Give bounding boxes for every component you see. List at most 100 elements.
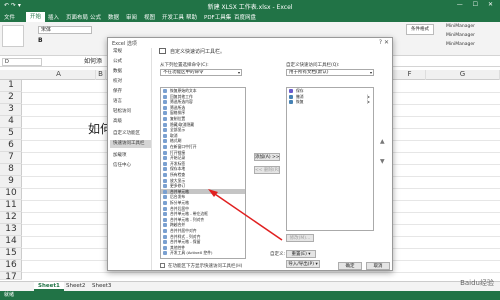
row-header[interactable]: 6 xyxy=(0,140,22,152)
tab-insert[interactable]: 插入 xyxy=(48,13,59,21)
row-header[interactable]: 2 xyxy=(0,92,22,104)
show-below-ribbon-checkbox[interactable] xyxy=(160,263,165,268)
minimanager-item[interactable]: MiniManager xyxy=(446,24,475,29)
available-commands-list[interactable]: 恢复原始的文本 回复其他工作 筛选所选内容 筛选所选 窗格排序 复制位置 隐藏/… xyxy=(160,87,246,259)
row-header[interactable]: 7 xyxy=(0,152,22,164)
tab-data[interactable]: 数据 xyxy=(108,13,119,21)
window-controls[interactable]: — ☐ ✕ xyxy=(457,1,497,8)
row-header[interactable]: 5 xyxy=(0,128,22,140)
customizations-label: 自定义: xyxy=(270,252,286,257)
command-icon xyxy=(163,145,167,149)
nav-item-proofing[interactable]: 校对 xyxy=(113,78,122,84)
row-header[interactable]: 10 xyxy=(0,188,22,200)
conditional-format-button[interactable]: 条件格式 xyxy=(406,24,434,35)
nav-item-data[interactable]: 数据 xyxy=(113,68,122,74)
move-down-icon[interactable]: ▼ xyxy=(380,158,385,165)
chevron-down-icon: ▾ xyxy=(369,70,372,75)
sheet-tab[interactable]: Sheet1 xyxy=(34,282,64,291)
choose-commands-select[interactable]: 不在功能区中的命令 ▾ xyxy=(160,69,242,76)
sheet-tab[interactable]: Sheet2 xyxy=(62,282,89,291)
customize-qat-label: 自定义快速访问工具栏(Q): xyxy=(286,63,340,68)
column-header[interactable]: B xyxy=(96,70,106,80)
tab-developer[interactable]: 开发工具 xyxy=(162,13,184,21)
row-header[interactable]: 12 xyxy=(0,212,22,224)
command-icon xyxy=(163,245,167,250)
options-nav: 常规 公式 数据 校对 保存 语言 轻松访问 高级 自定义功能区 快速访问工具栏… xyxy=(110,48,152,270)
column-header[interactable]: F xyxy=(394,70,426,80)
command-icon xyxy=(163,184,167,189)
nav-item-addins[interactable]: 加载项 xyxy=(113,152,127,158)
move-up-icon[interactable]: ▲ xyxy=(380,138,385,145)
command-icon xyxy=(163,223,167,228)
command-icon xyxy=(163,100,167,105)
customize-qat-value: 用于所有文档(默认) xyxy=(289,70,329,75)
undo-icon xyxy=(289,94,293,99)
font-name-select[interactable]: 宋体 xyxy=(38,26,92,34)
tab-page-layout[interactable]: 页面布局 xyxy=(66,13,88,21)
row-header[interactable]: 14 xyxy=(0,236,22,248)
command-icon xyxy=(163,150,167,155)
tab-home[interactable]: 开始 xyxy=(26,12,46,22)
command-icon xyxy=(163,206,167,211)
window-title: 新建 XLSX 工作表.xlsx - Excel xyxy=(207,4,293,11)
nav-item-save[interactable]: 保存 xyxy=(113,88,122,94)
nav-item-qat[interactable]: 快速访问工具栏 xyxy=(110,140,151,148)
command-icon xyxy=(163,212,167,217)
sheet-tab-bar: Sheet1 Sheet2 Sheet3 xyxy=(0,281,500,291)
minimanager-item[interactable]: MiniManager xyxy=(446,33,475,38)
list-item[interactable]: 开发工具 (ActiveX 控件) xyxy=(161,250,245,256)
tab-review[interactable]: 审阅 xyxy=(126,13,137,21)
reset-button[interactable]: 重置(E) ▾ xyxy=(286,250,316,258)
tab-pdf-tools[interactable]: PDF工具集 xyxy=(204,13,231,21)
nav-item-formulas[interactable]: 公式 xyxy=(113,58,122,64)
nav-item-advanced[interactable]: 高级 xyxy=(113,118,122,124)
customize-qat-select[interactable]: 用于所有文档(默认) ▾ xyxy=(286,69,374,76)
qat-commands-list[interactable]: 保存 撤消 |▸ 恢复 |▸ xyxy=(286,87,374,231)
row-headers: 1 2 3 4 5 6 7 8 9 10 11 12 13 14 15 16 1… xyxy=(0,80,22,282)
row-header[interactable]: 11 xyxy=(0,200,22,212)
tab-help[interactable]: 帮助 xyxy=(186,13,197,21)
row-header[interactable]: 16 xyxy=(0,260,22,272)
command-icon xyxy=(163,217,167,222)
nav-item-customize-ribbon[interactable]: 自定义功能区 xyxy=(113,130,140,136)
tab-formulas[interactable]: 公式 xyxy=(90,13,101,21)
row-header[interactable]: 3 xyxy=(0,104,22,116)
nav-item-accessibility[interactable]: 轻松访问 xyxy=(113,108,131,114)
command-icon xyxy=(163,195,167,200)
import-export-button[interactable]: 导入/导出(P) ▾ xyxy=(286,260,320,268)
row-header[interactable]: 4 xyxy=(0,116,22,128)
row-header[interactable]: 15 xyxy=(0,248,22,260)
modify-button[interactable]: 修改(M)... xyxy=(286,234,314,242)
tab-baidu-netdisk[interactable]: 百度网盘 xyxy=(234,13,256,21)
paste-button[interactable] xyxy=(2,25,24,47)
remove-button[interactable]: << 删除(R) xyxy=(254,166,280,174)
command-icon xyxy=(163,201,167,205)
nav-item-language[interactable]: 语言 xyxy=(113,98,122,104)
nav-item-trust-center[interactable]: 信任中心 xyxy=(113,162,131,168)
list-item[interactable]: 恢复 |▸ xyxy=(287,99,373,105)
command-icon xyxy=(163,156,167,161)
column-header[interactable]: G xyxy=(426,70,500,80)
row-header[interactable]: 8 xyxy=(0,164,22,176)
row-header[interactable]: 13 xyxy=(0,224,22,236)
column-header[interactable]: A xyxy=(22,70,96,80)
dialog-title-buttons[interactable]: ? ✕ xyxy=(379,39,389,46)
add-button[interactable]: 添加(A) >> xyxy=(254,153,280,161)
command-icon xyxy=(163,133,167,138)
minimanager-item[interactable]: MiniManager xyxy=(446,42,475,47)
tab-view[interactable]: 视图 xyxy=(144,13,155,21)
sheet-tab[interactable]: Sheet3 xyxy=(88,282,115,291)
row-header[interactable]: 17 xyxy=(0,272,22,282)
row-header[interactable]: 9 xyxy=(0,176,22,188)
row-header[interactable]: 1 xyxy=(0,80,22,92)
nav-item-general[interactable]: 常规 xyxy=(113,48,122,54)
dialog-description: 自定义快速访问工具栏。 xyxy=(170,49,226,55)
chevron-down-icon: ▾ xyxy=(237,70,240,75)
save-icon xyxy=(289,89,293,93)
cancel-button[interactable]: 取消 xyxy=(366,262,390,270)
ribbon-tab-row: 文件 开始 插入 页面布局 公式 数据 审阅 视图 开发工具 帮助 PDF工具集… xyxy=(0,11,500,22)
tab-file[interactable]: 文件 xyxy=(4,13,15,21)
ok-button[interactable]: 确定 xyxy=(338,262,362,270)
bold-button[interactable]: B xyxy=(38,37,43,44)
name-box[interactable]: D xyxy=(2,58,42,66)
